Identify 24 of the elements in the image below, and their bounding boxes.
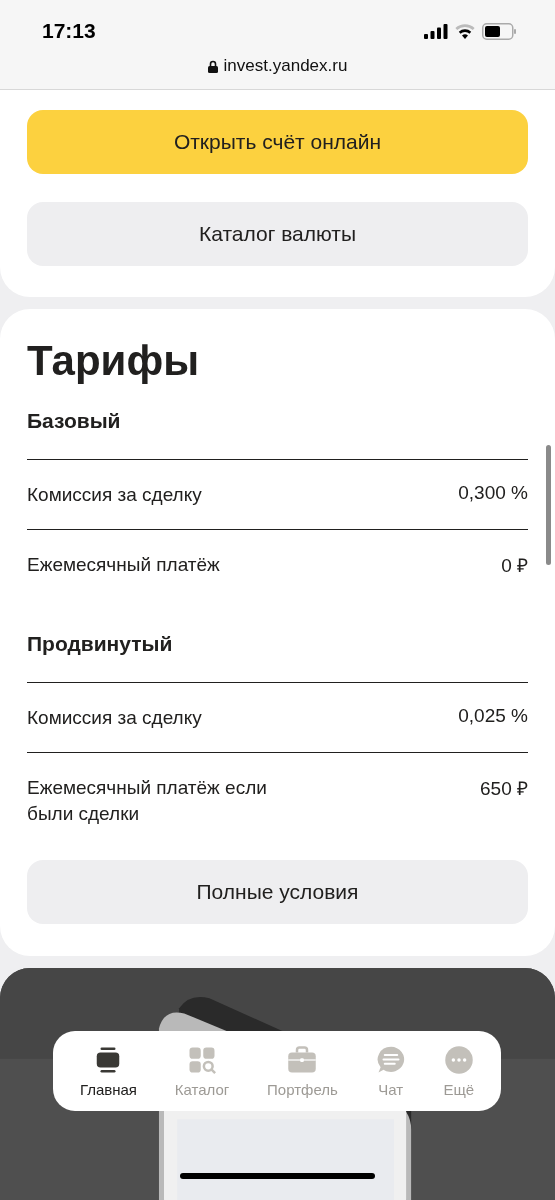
briefcase-icon — [287, 1044, 318, 1075]
row-label: Ежемесячный платёж — [27, 552, 220, 577]
row-value: 650 ₽ — [480, 776, 528, 801]
signal-icon — [424, 23, 448, 39]
wifi-icon — [455, 23, 475, 39]
open-account-button[interactable]: Открыть счёт онлайн — [27, 110, 528, 174]
row-value: 0 ₽ — [501, 553, 528, 578]
status-time: 17:13 — [42, 19, 96, 43]
plan-name: Продвинутый — [27, 632, 174, 657]
full-terms-button[interactable]: Полные условия — [27, 859, 528, 924]
url-text[interactable]: invest.yandex.ru — [223, 56, 348, 76]
row-value: 0,025 % — [458, 705, 528, 728]
catalog-button[interactable]: Каталог валюты — [27, 202, 528, 266]
row-label: Комиссия за сделку — [27, 483, 202, 507]
chat-bubble-icon — [375, 1044, 406, 1075]
tab-item[interactable]: Главная — [79, 1044, 137, 1098]
plan-name: Базовый — [27, 409, 122, 433]
lock-icon — [207, 59, 218, 73]
row-label: Ежемесячный платёж если были сделки — [27, 775, 268, 827]
section-title: Тарифы — [27, 337, 201, 385]
battery-icon — [482, 22, 517, 40]
row-label: Комиссия за сделку — [27, 706, 202, 731]
more-icon — [443, 1044, 474, 1075]
row-value: 0,300 % — [458, 482, 528, 504]
